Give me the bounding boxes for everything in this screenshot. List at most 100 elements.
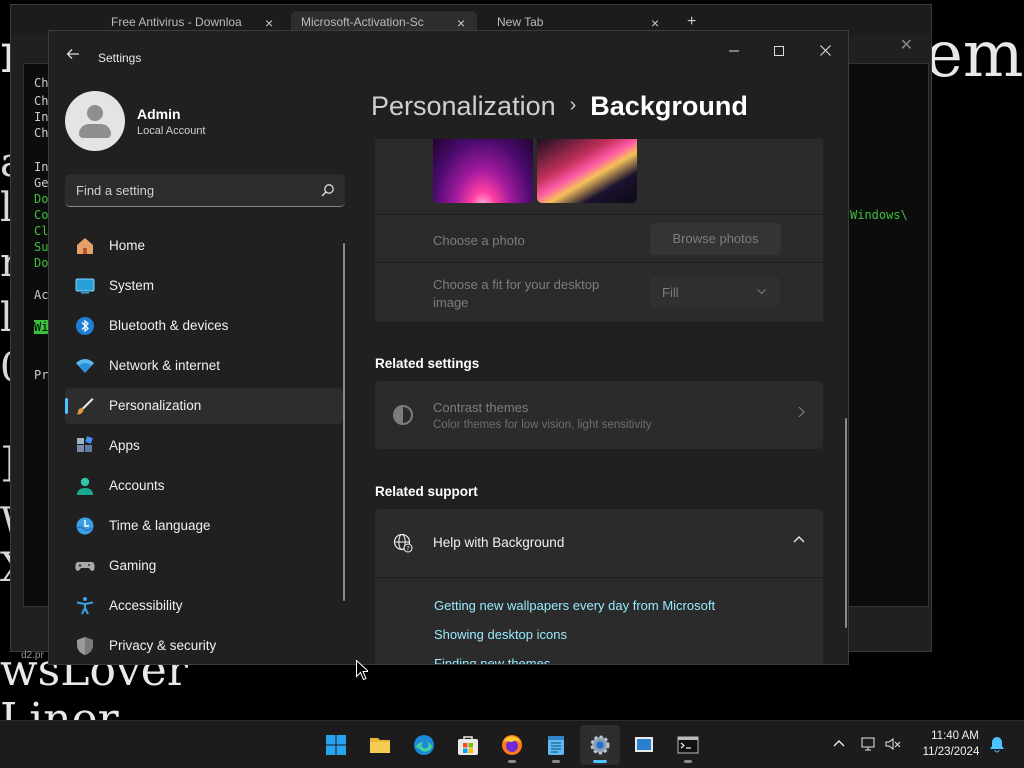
page-title: Background	[590, 91, 748, 121]
sidebar-item-label: Privacy & security	[109, 638, 217, 653]
browser-status-text: d2.pr	[21, 650, 44, 661]
clock-time[interactable]: 11:40 AM	[922, 730, 988, 742]
terminal-line: Ch	[34, 94, 49, 108]
taskbar-edge[interactable]	[404, 725, 444, 765]
sidebar-item-personalization[interactable]: Personalization	[65, 388, 343, 424]
close-icon[interactable]: ✕	[900, 35, 913, 55]
terminal-line: In	[34, 110, 49, 124]
apps-icon	[77, 436, 93, 452]
start-icon	[326, 735, 346, 755]
choose-fit-label-continued: image	[433, 295, 469, 310]
browser-tab-label: Free Antivirus - Downloa	[111, 15, 242, 29]
file-explorer-icon	[370, 738, 390, 753]
globe-question-icon: ?	[393, 533, 413, 553]
help-link-desktop-icons[interactable]: Showing desktop icons	[434, 627, 567, 642]
title-bar[interactable]: Settings	[49, 31, 848, 79]
terminal-line-highlight: Wi	[34, 320, 49, 334]
browser-tab-label: Microsoft-Activation-Sc	[301, 15, 424, 29]
taskbar-store[interactable]	[448, 725, 488, 765]
help-with-background-header[interactable]: ? Help with Background	[375, 509, 823, 577]
chevron-up-icon[interactable]	[791, 531, 807, 547]
desktop-background-text: ems	[925, 18, 1024, 92]
tab-close-icon[interactable]: ×	[651, 15, 659, 31]
sidebar-item-privacy-security[interactable]: Privacy & security	[65, 628, 343, 664]
sidebar-item-time-language[interactable]: Time & language	[65, 508, 343, 544]
sidebar-item-gaming[interactable]: Gaming	[65, 548, 343, 584]
help-link-themes[interactable]: Finding new themes	[434, 656, 550, 664]
taskbar-settings[interactable]	[580, 725, 620, 765]
related-settings-heading: Related settings	[375, 356, 480, 371]
maximize-icon[interactable]	[765, 41, 793, 61]
sidebar-item-accessibility[interactable]: Accessibility	[65, 588, 343, 624]
contrast-themes-title: Contrast themes	[433, 400, 529, 415]
taskbar-terminal[interactable]	[668, 725, 708, 765]
tab-close-icon[interactable]: ×	[457, 15, 465, 31]
home-icon	[77, 238, 93, 254]
terminal-line: Su	[34, 240, 49, 254]
help-link-wallpapers[interactable]: Getting new wallpapers every day from Mi…	[434, 598, 715, 613]
breadcrumb-chevron-icon: ›	[569, 94, 577, 116]
browser-tab-label: New Tab	[497, 15, 544, 29]
terminal-icon	[677, 736, 699, 754]
recent-wallpaper-thumbnail[interactable]	[433, 139, 533, 203]
main-scrollbar[interactable]	[845, 418, 847, 628]
accessibility-icon	[76, 597, 94, 615]
taskbar-firefox[interactable]	[492, 725, 532, 765]
settings-window[interactable]: Settings Admin Local Account Find a sett…	[48, 30, 849, 665]
background-settings-card: Choose a photo Browse photos Choose a fi…	[375, 139, 823, 322]
active-indicator	[593, 760, 607, 763]
sidebar-item-system[interactable]: System	[65, 268, 343, 304]
taskbar-task-view[interactable]	[624, 725, 664, 765]
search-placeholder: Find a setting	[76, 183, 155, 198]
terminal-line: Ac	[34, 288, 49, 302]
sidebar-item-network[interactable]: Network & internet	[65, 348, 343, 384]
sidebar-item-label: Accounts	[109, 478, 165, 493]
breadcrumb-parent[interactable]: Personalization	[371, 91, 556, 121]
terminal-line: Windows\	[850, 208, 908, 222]
svg-text:?: ?	[406, 546, 409, 553]
new-tab-icon[interactable]: +	[687, 13, 696, 31]
profile-name: Admin	[137, 106, 181, 122]
avatar[interactable]	[65, 91, 125, 151]
network-status-icon[interactable]	[860, 735, 878, 753]
app-title: Settings	[98, 51, 142, 65]
sidebar-item-label: Time & language	[109, 518, 211, 533]
chevron-up-icon[interactable]	[830, 735, 848, 753]
user-head-shape	[87, 105, 103, 121]
privacy-security-icon	[77, 637, 93, 655]
sidebar-item-label: Gaming	[109, 558, 157, 573]
notification-bell-icon[interactable]	[988, 735, 1006, 753]
system-icon	[75, 278, 95, 294]
sidebar-item-home[interactable]: Home	[65, 228, 343, 264]
accounts-icon	[77, 477, 93, 495]
mouse-cursor-icon	[356, 660, 368, 680]
sidebar-nav: Home System Bluetooth & devices Network …	[65, 228, 343, 664]
tab-close-icon[interactable]: ×	[265, 15, 273, 31]
store-icon	[458, 736, 478, 755]
browse-photos-button[interactable]: Browse photos	[650, 223, 781, 255]
search-input[interactable]: Find a setting	[65, 174, 345, 207]
close-icon[interactable]	[811, 41, 839, 61]
running-indicator	[684, 760, 692, 763]
back-arrow-icon[interactable]	[63, 47, 83, 67]
sidebar-item-label: Personalization	[109, 398, 202, 413]
taskbar-notepad[interactable]	[536, 725, 576, 765]
sidebar-item-apps[interactable]: Apps	[65, 428, 343, 464]
notepad-icon	[548, 736, 564, 755]
contrast-themes-card[interactable]: Contrast themes Color themes for low vis…	[375, 381, 823, 449]
sidebar-item-accounts[interactable]: Accounts	[65, 468, 343, 504]
taskbar-start-button[interactable]	[316, 725, 356, 765]
chevron-down-icon	[757, 289, 766, 295]
time-language-icon	[76, 517, 94, 535]
recent-wallpaper-thumbnail[interactable]	[537, 139, 637, 203]
search-icon[interactable]	[321, 183, 335, 197]
sidebar-item-bluetooth[interactable]: Bluetooth & devices	[65, 308, 343, 344]
taskbar-file-explorer[interactable]	[360, 725, 400, 765]
selection-indicator	[65, 398, 68, 414]
terminal-line: Do	[34, 256, 49, 270]
sidebar-scrollbar[interactable]	[343, 243, 345, 601]
volume-muted-icon[interactable]	[884, 735, 902, 753]
fit-dropdown[interactable]: Fill	[650, 277, 780, 307]
clock-date[interactable]: 11/23/2024	[916, 746, 986, 758]
minimize-icon[interactable]	[720, 41, 748, 61]
